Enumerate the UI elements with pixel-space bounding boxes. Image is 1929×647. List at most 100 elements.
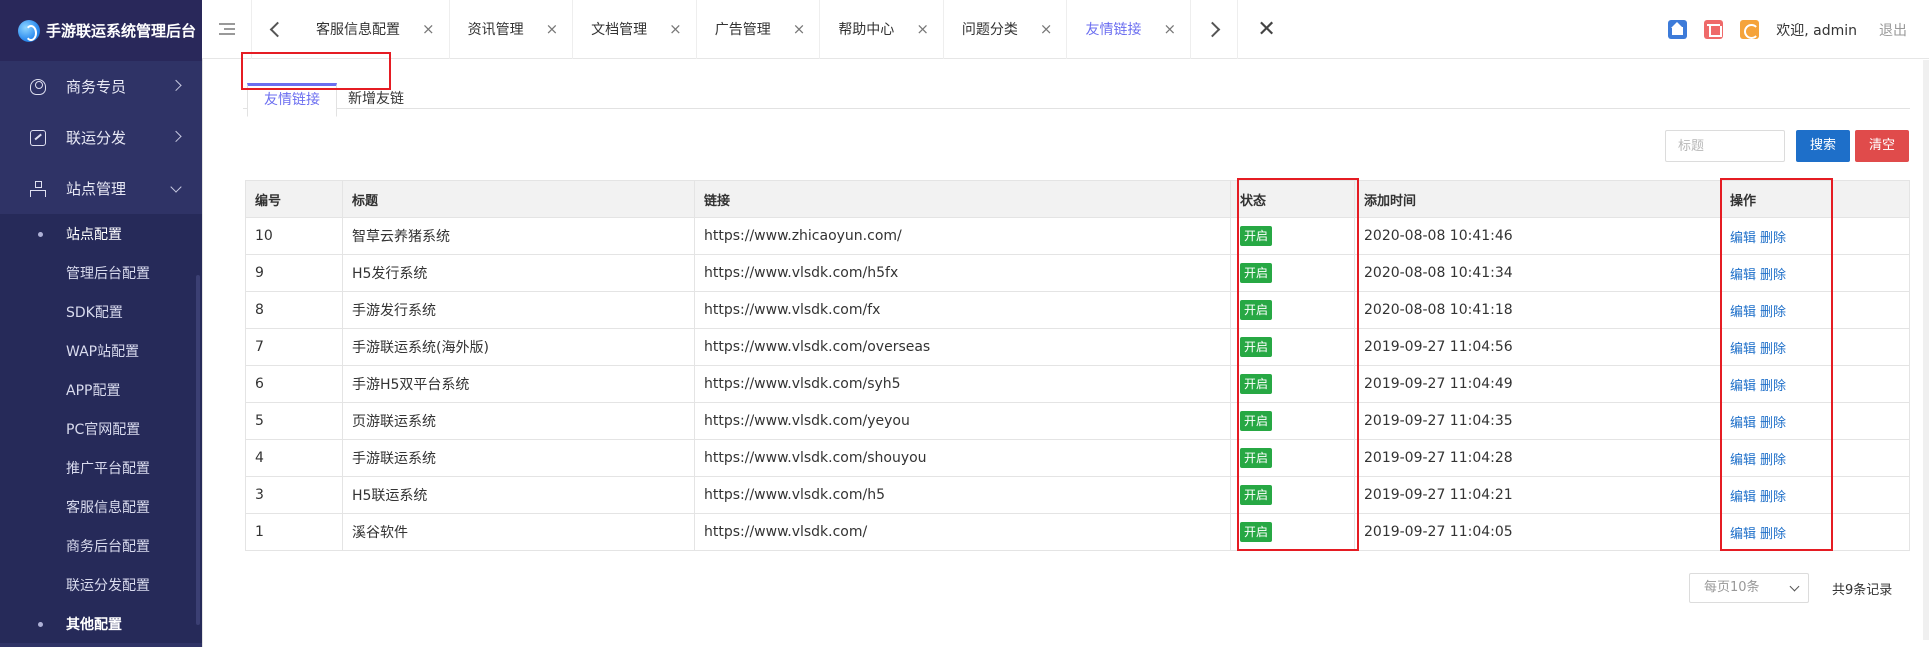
tab-service-config[interactable]: 客服信息配置 ×	[298, 0, 450, 59]
table-row: 9 H5发行系统 https://www.vlsdk.com/h5fx 开启 2020-…	[245, 254, 1910, 292]
submenu-item-distribution-config[interactable]: 联运分发配置	[0, 565, 202, 604]
cell-title: 手游发行系统	[342, 291, 695, 329]
sidebar-toggle-button[interactable]	[202, 0, 252, 59]
submenu-item-wap-config[interactable]: WAP站配置	[0, 331, 202, 370]
edit-link[interactable]: 编辑	[1730, 453, 1756, 468]
tab-question-category[interactable]: 问题分类 ×	[944, 0, 1068, 59]
page-scrollbar[interactable]	[1923, 60, 1929, 640]
page-size-select[interactable]: 每页10条	[1689, 573, 1809, 603]
col-header-id[interactable]: 编号	[245, 180, 343, 218]
cell-id: 8	[245, 291, 343, 329]
edit-link[interactable]: 编辑	[1730, 379, 1756, 394]
close-icon[interactable]: ×	[793, 20, 806, 38]
close-icon[interactable]: ×	[916, 20, 929, 38]
content-tabs: 友情链接 新增友链	[243, 75, 1910, 117]
brand[interactable]: 手游联运系统管理后台	[0, 0, 202, 61]
table-row: 4 手游联运系统 https://www.vlsdk.com/shouyou 开启 20…	[245, 439, 1910, 477]
table-row: 10 智草云养猪系统 https://www.zhicaoyun.com/开启 202…	[245, 217, 1910, 255]
edit-link[interactable]: 编辑	[1730, 305, 1756, 320]
col-header-status[interactable]: 状态	[1230, 180, 1355, 218]
title-search-input[interactable]	[1665, 130, 1785, 162]
search-button[interactable]: 搜索	[1796, 130, 1850, 162]
tab-link-list[interactable]: 友情链接	[247, 83, 337, 117]
delete-link[interactable]: 删除	[1760, 342, 1786, 357]
edit-link[interactable]: 编辑	[1730, 416, 1756, 431]
delete-link[interactable]: 删除	[1760, 527, 1786, 542]
edit-link[interactable]: 编辑	[1730, 342, 1756, 357]
brand-title: 手游联运系统管理后台	[46, 22, 197, 40]
trash-icon[interactable]	[1704, 20, 1724, 39]
links-table: 编号 标题 链接 状态 添加时间 操作 10 智草云养猪系统 https://www…	[245, 180, 1910, 551]
table-row: 5 页游联运系统 https://www.vlsdk.com/yeyou 开启 2019…	[245, 402, 1910, 440]
cell-link: https://www.vlsdk.com/syh5	[694, 365, 1231, 403]
delete-link[interactable]: 删除	[1760, 490, 1786, 505]
chevron-right-icon	[170, 79, 182, 91]
topbar: 客服信息配置 × 资讯管理 × 文档管理 × 广告管理 × 帮助中心 × 问题分类 × 友情…	[202, 0, 1929, 59]
close-icon[interactable]: ×	[546, 20, 559, 38]
submenu-item-promo-config[interactable]: 推广平台配置	[0, 448, 202, 487]
close-icon[interactable]: ×	[422, 20, 435, 38]
tab-friend-links[interactable]: 友情链接 ×	[1067, 0, 1192, 59]
submenu-item-pc-config[interactable]: PC官网配置	[0, 409, 202, 448]
edit-link[interactable]: 编辑	[1730, 268, 1756, 283]
delete-link[interactable]: 删除	[1760, 268, 1786, 283]
home-icon[interactable]	[1668, 20, 1688, 39]
close-icon[interactable]: ×	[669, 20, 682, 38]
submenu-item-sdk-config[interactable]: SDK配置	[0, 292, 202, 331]
delete-link[interactable]: 删除	[1760, 416, 1786, 431]
clear-button[interactable]: 清空	[1855, 130, 1909, 162]
status-badge[interactable]: 开启	[1240, 522, 1273, 542]
col-header-link[interactable]: 链接	[694, 180, 1231, 218]
status-badge[interactable]: 开启	[1240, 263, 1273, 283]
cell-time: 2020-08-08 10:41:34	[1354, 254, 1721, 292]
sidebar-item-distribution[interactable]: 联运分发	[0, 112, 202, 163]
edit-link[interactable]: 编辑	[1730, 490, 1756, 505]
status-badge[interactable]: 开启	[1240, 411, 1273, 431]
close-icon[interactable]: ×	[1040, 20, 1053, 38]
tab-add-link[interactable]: 新增友链	[332, 83, 420, 117]
submenu-item-business-config[interactable]: 商务后台配置	[0, 526, 202, 565]
delete-link[interactable]: 删除	[1760, 453, 1786, 468]
submenu-item-admin-config[interactable]: 管理后台配置	[0, 253, 202, 292]
cell-link: https://www.vlsdk.com/yeyou	[694, 402, 1231, 440]
tab-ads[interactable]: 广告管理 ×	[697, 0, 821, 59]
cell-link: https://www.vlsdk.com/overseas	[694, 328, 1231, 366]
submenu-item-service-config[interactable]: 客服信息配置	[0, 487, 202, 526]
sidebar-item-business[interactable]: 商务专员	[0, 61, 202, 112]
sidebar-item-site-management[interactable]: 站点管理	[0, 163, 202, 214]
tabs-next-button[interactable]	[1191, 0, 1237, 59]
refresh-icon[interactable]	[1740, 20, 1760, 39]
tab-help[interactable]: 帮助中心 ×	[820, 0, 944, 59]
status-badge[interactable]: 开启	[1240, 300, 1273, 320]
tab-news[interactable]: 资讯管理 ×	[450, 0, 574, 59]
status-badge[interactable]: 开启	[1240, 485, 1273, 505]
submenu-item-other-config[interactable]: 其他配置	[0, 604, 202, 643]
tab-label: 友情链接	[1085, 22, 1142, 38]
submenu-item-site-config[interactable]: 站点配置	[0, 214, 202, 253]
cell-time: 2019-09-27 11:04:56	[1354, 328, 1721, 366]
edit-link[interactable]: 编辑	[1730, 231, 1756, 246]
close-icon[interactable]: ×	[1163, 20, 1176, 38]
table-row: 6 手游H5双平台系统 https://www.vlsdk.com/syh5 开启 20…	[245, 365, 1910, 403]
status-badge[interactable]: 开启	[1240, 337, 1273, 357]
logout-link[interactable]: 退出	[1879, 20, 1907, 40]
page-size-value: 每页10条	[1704, 580, 1760, 595]
status-badge[interactable]: 开启	[1240, 448, 1273, 468]
status-badge[interactable]: 开启	[1240, 374, 1273, 394]
chevron-left-icon	[269, 21, 285, 37]
tab-docs[interactable]: 文档管理 ×	[573, 0, 697, 59]
col-header-title[interactable]: 标题	[342, 180, 695, 218]
cell-title: 溪谷软件	[342, 513, 695, 551]
submenu-item-app-config[interactable]: APP配置	[0, 370, 202, 409]
sidebar-scrollbar[interactable]	[196, 275, 200, 625]
topbar-right: 欢迎, admin 退出	[1668, 0, 1929, 59]
tab-label: 广告管理	[714, 22, 771, 38]
delete-link[interactable]: 删除	[1760, 305, 1786, 320]
col-header-time[interactable]: 添加时间	[1354, 180, 1721, 218]
edit-link[interactable]: 编辑	[1730, 527, 1756, 542]
tabs-prev-button[interactable]	[252, 0, 298, 59]
delete-link[interactable]: 删除	[1760, 379, 1786, 394]
close-all-tabs-button[interactable]: ✕	[1237, 0, 1295, 59]
delete-link[interactable]: 删除	[1760, 231, 1786, 246]
status-badge[interactable]: 开启	[1240, 226, 1273, 246]
